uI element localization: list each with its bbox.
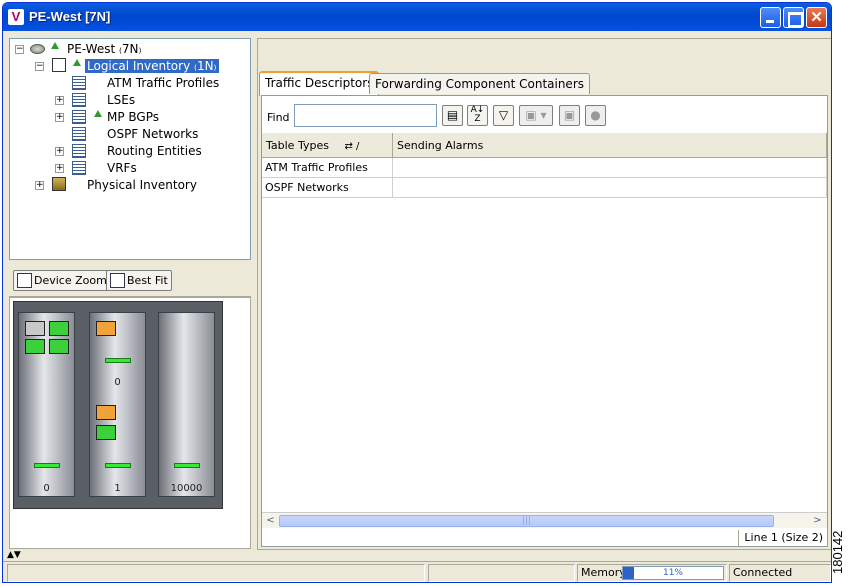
physical-inventory-icon: [52, 177, 66, 191]
memory-bar: 11%: [622, 566, 724, 580]
slot-number: 0: [43, 483, 50, 494]
find-input[interactable]: [294, 104, 437, 127]
fit-icon: [110, 273, 125, 288]
status-led: [34, 463, 60, 468]
status-up-icon: [51, 42, 59, 49]
tree-item-mp-bgps[interactable]: MP BGPs: [107, 109, 159, 125]
close-button[interactable]: ✕: [806, 7, 827, 28]
table-icon: [72, 93, 86, 107]
port-card[interactable]: [25, 339, 45, 354]
chassis: 0 0 1 10000: [13, 301, 223, 509]
logical-inventory-label: Logical Inventory ₍1N₎: [85, 59, 219, 73]
table-icon: [72, 110, 86, 124]
status-up-icon: [94, 110, 102, 117]
tab-content: Find : ▤ A↓ Z ▽ ▣ ▾ ▣ ● Table Types ⇄ / S…: [261, 95, 828, 547]
table-icon: [72, 161, 86, 175]
scroll-right-icon[interactable]: >: [810, 514, 825, 528]
sort-az-icon[interactable]: A↓ Z: [467, 105, 488, 126]
port-card[interactable]: [49, 321, 69, 336]
slot-number: 10000: [170, 483, 203, 494]
status-bar: Memory: 11% Connected: [3, 561, 831, 582]
chassis-slot[interactable]: 10000: [158, 312, 215, 497]
tree-item-vrfs[interactable]: VRFs: [107, 160, 137, 176]
tree-item-routing-entities[interactable]: Routing Entities: [107, 143, 202, 159]
minimize-button[interactable]: [760, 7, 781, 28]
expand-physical-icon[interactable]: +: [35, 181, 44, 190]
tab-traffic-descriptors[interactable]: Traffic Descriptors: [259, 71, 380, 96]
save-icon[interactable]: ▤: [442, 105, 463, 126]
column-header-table-types[interactable]: Table Types ⇄ /: [262, 133, 393, 158]
export-icon[interactable]: ▣: [559, 105, 580, 126]
slot-number: 1: [114, 483, 121, 494]
device-toolbar: Device Zoom Best Fit: [9, 265, 251, 297]
memory-indicator: Memory: 11%: [577, 564, 727, 582]
status-led: [105, 358, 131, 363]
scroll-thumb[interactable]: |||: [279, 515, 774, 527]
port-card[interactable]: [96, 405, 116, 420]
expand-routing-entities-icon[interactable]: +: [55, 147, 64, 156]
table-cell[interactable]: [393, 178, 827, 198]
port-card[interactable]: [49, 339, 69, 354]
inventory-tree[interactable]: − PE-West ₍7N₎ − Logical Inventory ₍1N₎ …: [9, 38, 251, 260]
memory-percent: 11%: [662, 568, 683, 578]
status-led: [174, 463, 200, 468]
tree-item-lses[interactable]: LSEs: [107, 92, 135, 108]
port-card[interactable]: [25, 321, 45, 336]
expand-lses-icon[interactable]: +: [55, 96, 64, 105]
best-fit-button[interactable]: Best Fit: [106, 270, 172, 291]
title-bar[interactable]: V PE-West [7N] ✕: [3, 3, 831, 31]
table-icon: [72, 76, 86, 90]
collapse-logical-icon[interactable]: −: [35, 62, 44, 71]
help-icon[interactable]: ●: [585, 105, 606, 126]
table-cell[interactable]: [393, 158, 827, 178]
chassis-slot[interactable]: 0: [18, 312, 75, 497]
horizontal-scrollbar[interactable]: < ||| >: [262, 512, 827, 528]
column-header-sending-alarms[interactable]: Sending Alarms: [393, 133, 827, 158]
status-up-icon: [73, 59, 81, 66]
status-cell: [428, 564, 575, 582]
device-zoom-button[interactable]: Device Zoom: [13, 270, 111, 291]
scroll-left-icon[interactable]: <: [263, 514, 278, 528]
filter-icon[interactable]: ▽: [493, 105, 514, 126]
maximize-button[interactable]: [783, 7, 804, 28]
best-fit-label: Best Fit: [127, 274, 168, 287]
table-icon: [72, 144, 86, 158]
table-icon: [72, 127, 86, 141]
tree-root-label[interactable]: PE-West ₍7N₎: [67, 41, 141, 57]
table-cell[interactable]: ATM Traffic Profiles: [262, 158, 393, 178]
table-cell[interactable]: OSPF Networks: [262, 178, 393, 198]
device-zoom-label: Device Zoom: [34, 274, 107, 287]
tree-item-atm-traffic-profiles[interactable]: ATM Traffic Profiles: [107, 75, 219, 91]
expand-mp-bgps-icon[interactable]: +: [55, 113, 64, 122]
tree-physical-inventory[interactable]: Physical Inventory: [87, 177, 197, 193]
tree-logical-inventory[interactable]: Logical Inventory ₍1N₎: [85, 58, 219, 74]
status-message: [7, 564, 425, 582]
router-icon: [30, 44, 45, 54]
find-label: Find :: [267, 111, 297, 124]
port-card[interactable]: [96, 321, 116, 336]
magnifier-icon: [17, 273, 32, 288]
line-status: Line 1 (Size 2): [738, 530, 823, 546]
chassis-slot[interactable]: 0 1: [89, 312, 146, 497]
sub-slot-number: 0: [114, 377, 121, 388]
connection-status: Connected: [729, 564, 831, 582]
column-header-label: Table Types: [266, 139, 329, 152]
port-card[interactable]: [96, 425, 116, 440]
collapse-root-icon[interactable]: −: [15, 45, 24, 54]
dropdown-action-icon[interactable]: ▣ ▾: [519, 105, 553, 126]
main-window: V PE-West [7N] ✕ − PE-West ₍7N₎ − Logica…: [2, 2, 832, 583]
expand-vrfs-icon[interactable]: +: [55, 164, 64, 173]
figure-id: 180142: [830, 530, 845, 574]
sort-indicator-icon: ⇄ /: [344, 141, 360, 152]
device-view[interactable]: 0 0 1 10000: [9, 297, 251, 549]
status-led: [105, 463, 131, 468]
window-title: PE-West [7N]: [29, 9, 111, 24]
logical-inventory-icon: [52, 58, 66, 72]
tree-item-ospf-networks[interactable]: OSPF Networks: [107, 126, 198, 142]
app-icon: V: [8, 9, 24, 25]
splitter-arrows-icon[interactable]: ▲▼: [7, 550, 27, 560]
tab-forwarding-component-containers[interactable]: Forwarding Component Containers: [369, 73, 591, 94]
